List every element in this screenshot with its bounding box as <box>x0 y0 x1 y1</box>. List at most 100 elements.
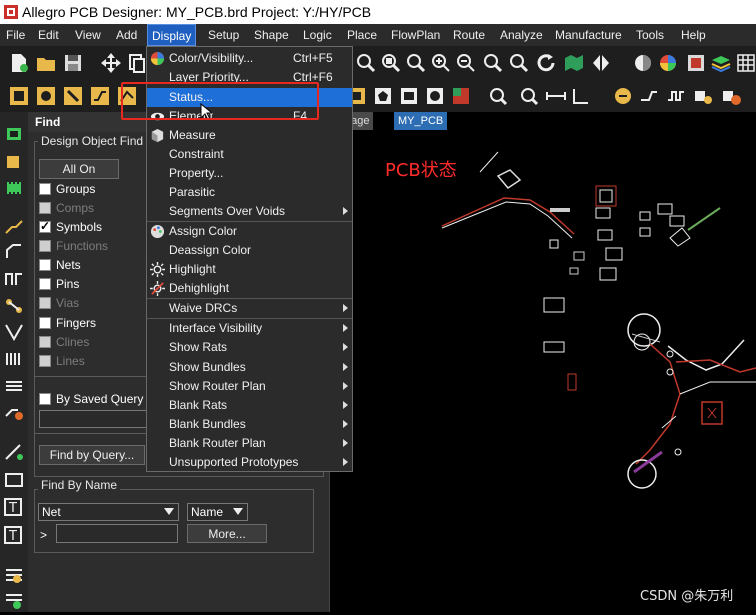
menu-tools[interactable]: Tools <box>632 24 668 46</box>
zoom-previous-icon[interactable] <box>405 52 427 74</box>
menu-item-measure[interactable]: Measure <box>147 126 352 145</box>
move-icon[interactable] <box>100 52 122 74</box>
delay-tune-icon[interactable] <box>665 85 687 107</box>
fingers-checkbox[interactable] <box>39 317 51 329</box>
bundle-icon[interactable] <box>3 348 25 368</box>
menu-item-dehighlight[interactable]: Dehighlight <box>147 279 352 298</box>
zoom-out-icon[interactable] <box>455 52 477 74</box>
zoom-world-icon[interactable] <box>482 52 504 74</box>
menu-item-color-visibility[interactable]: Color/Visibility... Ctrl+F5 <box>147 49 352 68</box>
menu-analyze[interactable]: Analyze <box>496 24 547 46</box>
zoom-icon[interactable] <box>355 52 377 74</box>
menu-item-show-bundles[interactable]: Show Bundles <box>147 358 352 377</box>
diff-pair-icon[interactable] <box>3 268 25 288</box>
dimension-icon[interactable] <box>570 85 592 107</box>
color-wheel-icon[interactable] <box>657 52 679 74</box>
menu-item-constraint[interactable]: Constraint <box>147 145 352 164</box>
edit-shape-icon[interactable] <box>3 470 25 490</box>
menu-logic[interactable]: Logic <box>299 24 336 46</box>
name-mode-dropdown[interactable]: Name <box>187 503 248 521</box>
route-icon[interactable] <box>612 85 634 107</box>
menu-item-waive-drcs[interactable]: Waive DRCs <box>147 299 352 318</box>
design-canvas[interactable] <box>330 112 756 612</box>
measure-icon[interactable] <box>545 85 567 107</box>
menu-item-parasitic[interactable]: Parasitic <box>147 183 352 202</box>
map-icon[interactable] <box>563 52 585 74</box>
groups-checkbox[interactable] <box>39 183 51 195</box>
menu-add[interactable]: Add <box>112 24 141 46</box>
edit-text-icon[interactable]: T <box>3 525 25 545</box>
add-property-icon[interactable] <box>3 590 25 610</box>
layers-stack-icon[interactable] <box>710 52 732 74</box>
zoom-in-icon[interactable] <box>430 52 452 74</box>
by-saved-query-checkbox[interactable] <box>39 393 51 405</box>
menu-flowplan[interactable]: FlowPlan <box>387 24 444 46</box>
display-layers-icon[interactable] <box>685 52 707 74</box>
open-folder-icon[interactable] <box>35 52 57 74</box>
pins-checkbox[interactable] <box>39 278 51 290</box>
properties-icon[interactable] <box>3 565 25 585</box>
menu-place[interactable]: Place <box>343 24 381 46</box>
copy-icon[interactable] <box>126 52 148 74</box>
symbols-checkbox[interactable] <box>39 219 51 233</box>
more-button[interactable]: More... <box>187 524 267 543</box>
find-by-query-button[interactable]: Find by Query... <box>39 445 145 465</box>
show-element-icon[interactable] <box>487 85 509 107</box>
shape-circle-icon[interactable] <box>424 85 446 107</box>
menu-item-unsupported-prototypes[interactable]: Unsupported Prototypes <box>147 453 352 472</box>
menu-setup[interactable]: Setup <box>204 24 243 46</box>
grid-icon[interactable] <box>735 52 756 74</box>
menu-display[interactable]: Display <box>147 24 197 46</box>
name-input[interactable] <box>56 524 178 543</box>
menu-item-show-rats[interactable]: Show Rats <box>147 338 352 357</box>
menu-item-deassign-color[interactable]: Deassign Color <box>147 241 352 260</box>
menu-edit[interactable]: Edit <box>34 24 63 46</box>
menu-view[interactable]: View <box>71 24 105 46</box>
menu-help[interactable]: Help <box>677 24 710 46</box>
flip-icon[interactable] <box>590 52 612 74</box>
shaded-3d-icon[interactable] <box>632 52 654 74</box>
zoom-center-icon[interactable] <box>508 52 530 74</box>
menu-item-highlight[interactable]: Highlight <box>147 260 352 279</box>
component-icon[interactable] <box>3 124 25 144</box>
via-icon[interactable] <box>62 85 84 107</box>
slide-icon[interactable] <box>638 85 660 107</box>
add-text-icon[interactable]: T <box>3 497 25 517</box>
menu-item-segments-over-voids[interactable]: Segments Over Voids <box>147 202 352 221</box>
place-manual-icon[interactable] <box>3 152 25 172</box>
menu-item-blank-bundles[interactable]: Blank Bundles <box>147 415 352 434</box>
shape-rectangle-icon[interactable] <box>398 85 420 107</box>
save-icon[interactable] <box>62 52 84 74</box>
menu-shape[interactable]: Shape <box>250 24 293 46</box>
find-icon[interactable] <box>518 85 540 107</box>
select-box-icon[interactable] <box>8 85 30 107</box>
menu-route[interactable]: Route <box>449 24 489 46</box>
menu-item-blank-router-plan[interactable]: Blank Router Plan <box>147 434 352 453</box>
menu-item-show-router-plan[interactable]: Show Router Plan <box>147 377 352 396</box>
route-bend-icon[interactable] <box>3 242 25 262</box>
pin-icon[interactable] <box>35 85 57 107</box>
nets-checkbox[interactable] <box>39 259 51 271</box>
redraw-icon[interactable] <box>535 52 557 74</box>
auto-route-icon[interactable] <box>720 85 742 107</box>
tab-my-pcb[interactable]: MY_PCB <box>394 112 448 130</box>
custom-smooth-icon[interactable] <box>692 85 714 107</box>
menu-file[interactable]: File <box>2 24 29 46</box>
menu-item-property[interactable]: Property... <box>147 164 352 183</box>
zoom-fit-icon[interactable] <box>380 52 402 74</box>
fanout-icon[interactable] <box>3 296 25 316</box>
all-on-button[interactable]: All On <box>39 159 119 179</box>
new-file-icon[interactable] <box>8 52 30 74</box>
menu-item-assign-color[interactable]: Assign Color <box>147 222 352 241</box>
name-type-dropdown[interactable]: Net <box>38 503 179 521</box>
spread-icon[interactable] <box>3 376 25 396</box>
drc-icon[interactable] <box>450 85 472 107</box>
chip-icon[interactable] <box>3 178 25 198</box>
shape-polygon-icon[interactable] <box>372 85 394 107</box>
add-connect-icon[interactable] <box>3 216 25 236</box>
gloss-icon[interactable] <box>3 402 25 422</box>
menu-item-blank-rats[interactable]: Blank Rats <box>147 396 352 415</box>
menu-item-interface-visibility[interactable]: Interface Visibility <box>147 319 352 338</box>
v-route-icon[interactable] <box>3 322 25 342</box>
add-line-icon[interactable] <box>3 442 25 462</box>
